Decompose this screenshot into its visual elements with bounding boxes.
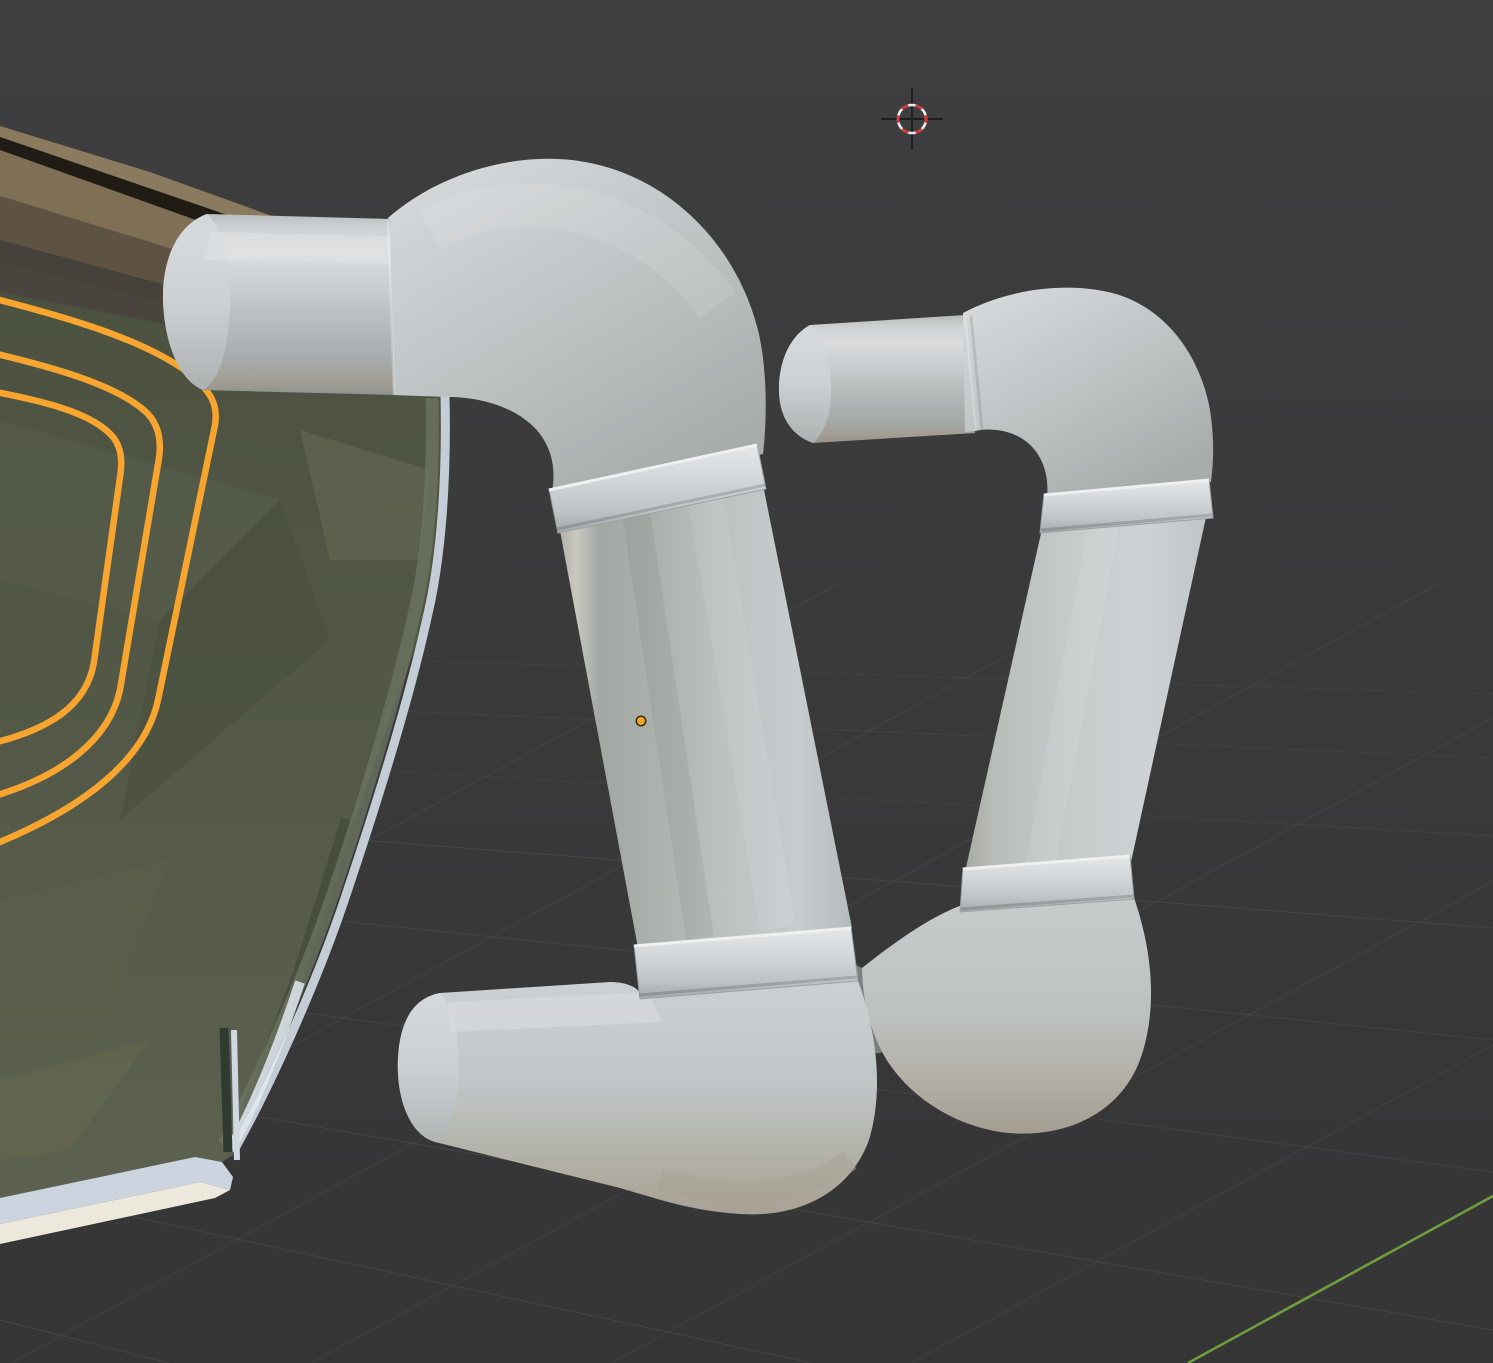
blender-3d-viewport[interactable] — [0, 0, 1493, 1363]
object-origin-point[interactable] — [636, 716, 647, 727]
